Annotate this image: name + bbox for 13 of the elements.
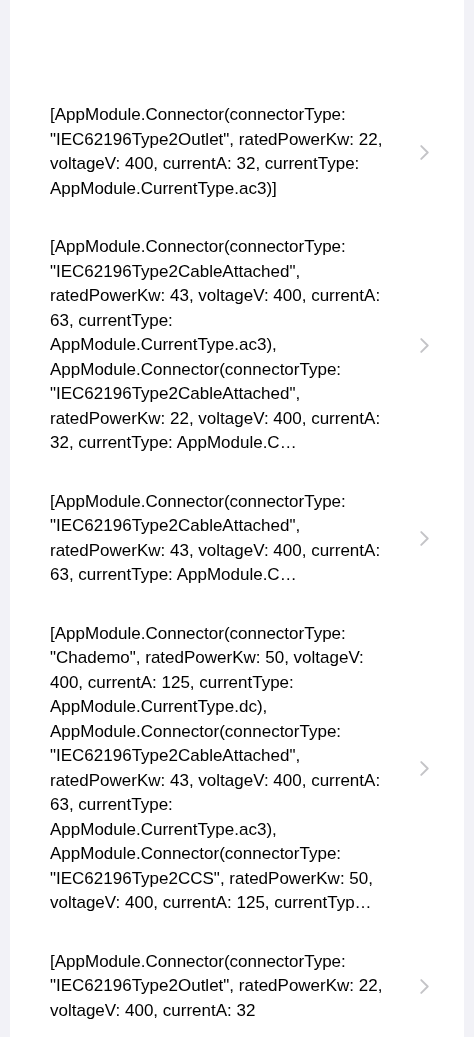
list-row[interactable]: [AppModule.Connector(connectorType: "IEC62196Type2Outlet", ratedPowerKw: 22, voltageV: 400, currentA: 32: [10, 939, 464, 1037]
row-text: [AppModule.Connector(connectorType: "IEC62196Type2CableAttached", ratedPowerKw: 43, voltageV: 400, currentA: 63, currentType: AppModule.CurrentType.ac3), AppModule.Connector(connectorType: "IEC62196Type2CableAttached", ratedPowerKw: 22, voltageV: 400, currentA: 32, currentType: AppModule.C…: [50, 236, 382, 454]
chevron-right-icon: [420, 978, 429, 994]
row-text: [AppModule.Connector(connectorType: "IEC62196Type2Outlet", ratedPowerKw: 22, voltageV: 400, currentA: 32: [50, 950, 384, 1022]
row-text: [AppModule.Connector(connectorType: "IEC62196Type2CableAttached", ratedPowerKw: 43, voltageV: 400, currentA: 63, currentType: AppModule.C…: [50, 490, 382, 586]
row-text: [AppModule.Connector(connectorType: "IEC62196Type2Outlet", ratedPowerKw: 22, voltageV: 400, currentA: 32, currentType: AppModule.CurrentType.ac3)]: [50, 104, 384, 200]
row-text: [AppModule.Connector(connectorType: "Chademo", ratedPowerKw: 50, voltageV: 400, currentA: 125, currentType: AppModule.CurrentType.dc), AppModule.Connector(connectorType: "IEC62196Type2CableAttached", ratedPowerKw: 43, voltageV: 400, currentA: 63, currentType: AppModule.CurrentType.ac3), AppModule.Connector(connectorType: "IEC62196Type2CCS", ratedPowerKw: 50, voltageV: 400, currentA: 125, currentTyp…: [50, 622, 382, 914]
chevron-right-icon: [420, 337, 429, 353]
chevron-right-icon: [420, 761, 429, 776]
list-row[interactable]: [AppModule.Connector(connectorType: "IEC62196Type2Outlet", ratedPowerKw: 22, voltageV: 400, currentA: 32, currentType: AppModule.CurrentType.ac3)]: [10, 93, 464, 225]
list-row[interactable]: [AppModule.Connector(connectorType: "IEC62196Type2CableAttached", ratedPowerKw: 43, voltageV: 400, currentA: 63, currentType: AppModule.C…: [10, 479, 464, 612]
chevron-right-icon: [420, 531, 429, 546]
chevron-right-icon: [420, 144, 429, 160]
